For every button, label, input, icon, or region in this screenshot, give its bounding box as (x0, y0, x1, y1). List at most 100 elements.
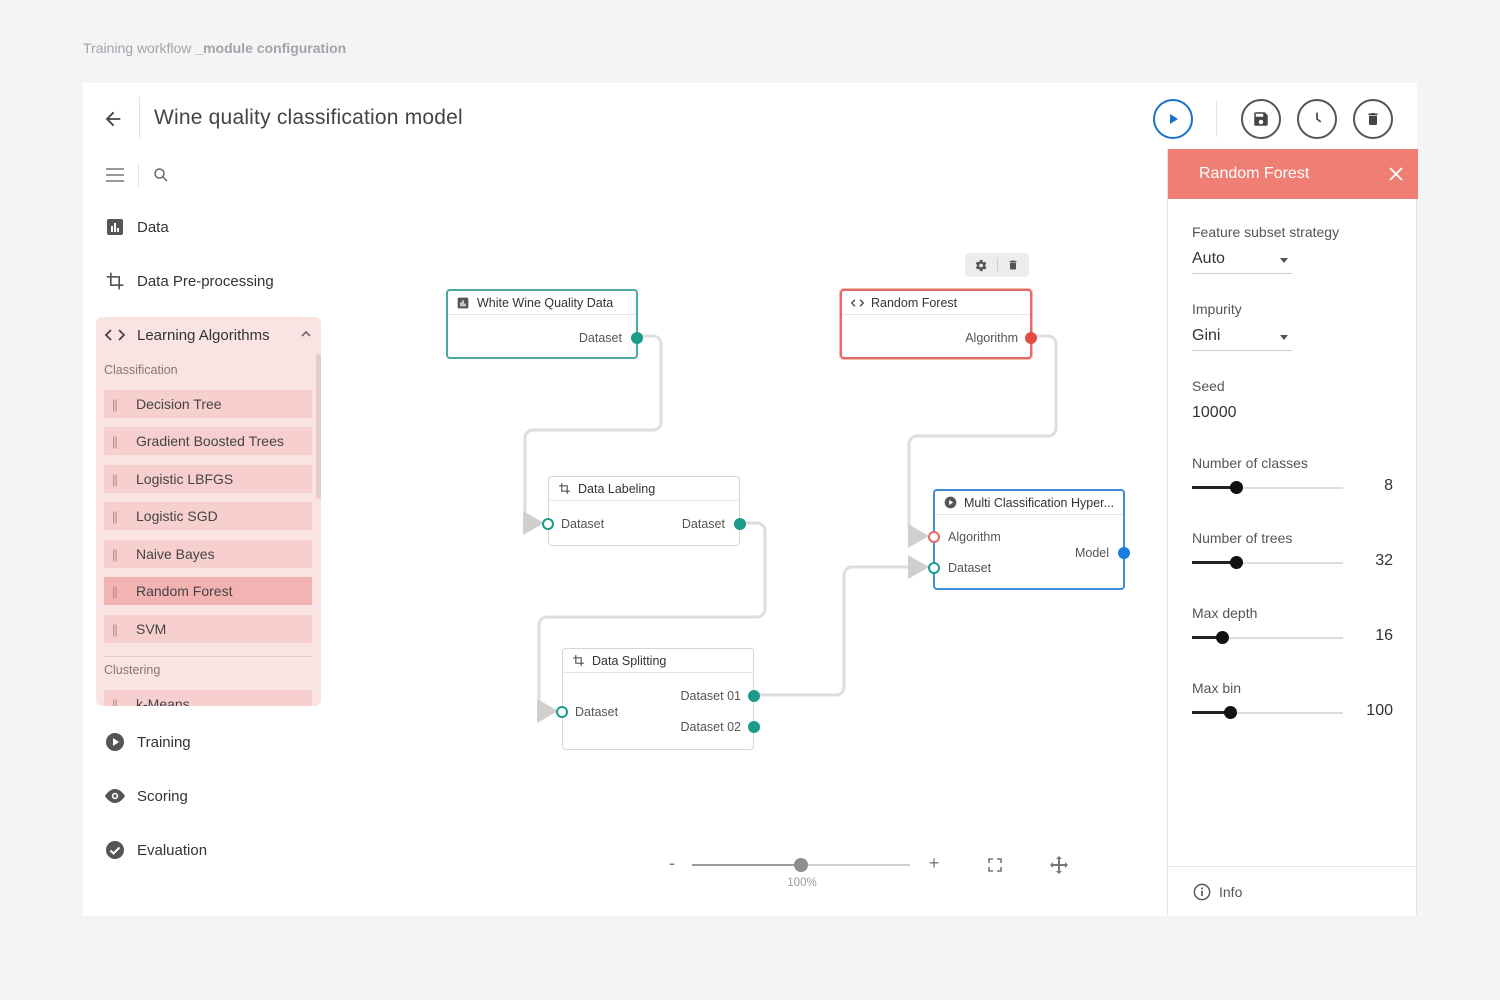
zoom-level: 100% (787, 877, 817, 889)
workflow-editor: Wine quality classification model Data D… (83, 83, 1418, 916)
crop-icon (103, 269, 127, 293)
node-delete-button[interactable] (997, 253, 1029, 277)
drag-handle-icon[interactable]: || (104, 622, 136, 637)
input-port-dataset[interactable] (556, 706, 568, 718)
group-divider (104, 656, 312, 657)
input-port-dataset[interactable] (542, 518, 554, 530)
param-slider[interactable] (1192, 556, 1343, 570)
play-icon (1170, 114, 1178, 124)
output-port-dataset[interactable] (631, 332, 643, 344)
port-label: Dataset (681, 517, 725, 531)
sidebar-item-label: Data (137, 218, 169, 236)
zoom-out-button[interactable]: - (666, 853, 678, 874)
zoom-in-button[interactable]: + (926, 853, 942, 874)
drag-handle-icon[interactable]: || (104, 509, 136, 524)
config-panel: Random Forest Feature subset strategy Au… (1167, 149, 1418, 916)
info-icon (1193, 883, 1211, 900)
param-slider[interactable] (1192, 481, 1343, 495)
history-button[interactable] (1297, 99, 1337, 139)
drag-handle-icon[interactable]: || (104, 397, 136, 412)
feature-subset-select[interactable]: Auto (1192, 248, 1292, 274)
output-port-dataset-01[interactable] (748, 690, 760, 702)
algorithm-label: k-Means (136, 696, 190, 706)
fit-screen-button[interactable] (985, 855, 1005, 875)
slider-handle[interactable] (1223, 706, 1237, 719)
input-port-algorithm[interactable] (928, 531, 940, 543)
port-label: Model (1074, 546, 1109, 560)
caret-down-icon (1280, 335, 1288, 340)
sidebar-item-data-preprocessing[interactable]: Data Pre-processing (103, 267, 274, 295)
node-data-labeling[interactable]: Data Labeling Dataset Dataset (542, 476, 746, 546)
info-button[interactable]: Info (1168, 866, 1416, 916)
port-label: Dataset (578, 331, 622, 345)
delete-workflow-button[interactable] (1353, 99, 1393, 139)
input-port-dataset[interactable] (928, 562, 940, 574)
close-panel-button[interactable] (1384, 162, 1408, 186)
impurity-value: Gini (1192, 327, 1221, 344)
caption-bold: _module configuration (195, 40, 347, 56)
slider-handle[interactable] (1229, 481, 1243, 494)
node-title: Multi Classification Hyper... (964, 495, 1115, 510)
zoom-handle[interactable] (794, 858, 808, 872)
slider-handle[interactable] (1216, 631, 1230, 644)
sidebar-item-evaluation[interactable]: Evaluation (103, 836, 207, 864)
slider-label: Max bin (1192, 680, 1242, 696)
caret-down-icon (1280, 258, 1288, 263)
crop-icon (557, 482, 571, 496)
save-button[interactable] (1241, 99, 1281, 139)
feature-subset-value: Auto (1192, 250, 1225, 267)
sidebar-item-data[interactable]: Data (103, 213, 169, 241)
impurity-select[interactable]: Gini (1192, 325, 1292, 351)
drag-handle-icon[interactable]: || (104, 434, 136, 449)
menu-button[interactable] (103, 163, 127, 187)
algorithm-item-k-means[interactable]: || k-Means (104, 690, 312, 706)
output-port-dataset[interactable] (734, 518, 746, 530)
port-label: Dataset 01 (680, 689, 741, 703)
drag-handle-icon[interactable]: || (104, 584, 136, 599)
learning-algorithms-toggle[interactable]: Learning Algorithms (103, 325, 313, 345)
algorithm-item-svm[interactable]: || SVM (104, 615, 312, 643)
node-multi-classification[interactable]: Multi Classification Hyper... Algorithm … (928, 489, 1130, 590)
node-random-forest[interactable]: Random Forest Algorithm (840, 289, 1037, 359)
bar-chart-icon (456, 296, 470, 310)
zoom-slider[interactable] (692, 858, 910, 872)
slider-value: 8 (1384, 477, 1393, 494)
algorithm-item-gradient-boosted-trees[interactable]: || Gradient Boosted Trees (104, 427, 312, 455)
close-icon (1389, 167, 1403, 181)
seed-input[interactable]: 10000 (1192, 404, 1237, 422)
save-icon (1254, 112, 1268, 126)
code-icon (103, 325, 127, 345)
sidebar-item-scoring[interactable]: Scoring (103, 782, 188, 810)
algorithm-item-decision-tree[interactable]: || Decision Tree (104, 390, 312, 418)
param-slider[interactable] (1192, 631, 1343, 645)
output-port-model[interactable] (1118, 547, 1130, 559)
slider-handle[interactable] (1229, 556, 1243, 569)
gear-icon (976, 259, 987, 271)
algorithm-item-random-forest[interactable]: || Random Forest (104, 577, 312, 605)
output-port-algorithm[interactable] (1025, 332, 1037, 344)
param-slider[interactable] (1192, 706, 1343, 720)
algorithm-item-logistic-sgd[interactable]: || Logistic SGD (104, 502, 312, 530)
pan-button[interactable] (1049, 855, 1069, 875)
run-button[interactable] (1153, 99, 1193, 139)
group-label-classification: Classification (104, 363, 178, 377)
sidebar-item-training[interactable]: Training (103, 728, 191, 756)
search-button[interactable] (149, 163, 173, 187)
drag-handle-icon[interactable]: || (104, 472, 136, 487)
output-port-dataset-02[interactable] (748, 721, 760, 733)
slider-label: Max depth (1192, 605, 1258, 621)
algorithm-item-logistic-lbfgs[interactable]: || Logistic LBFGS (104, 465, 312, 493)
tools-divider (138, 163, 139, 187)
algorithm-item-naive-bayes[interactable]: || Naive Bayes (104, 540, 312, 568)
algorithms-scrollbar[interactable] (316, 354, 321, 499)
algorithm-label: Logistic LBFGS (136, 471, 234, 487)
drag-handle-icon[interactable]: || (104, 547, 136, 562)
algorithm-label: SVM (136, 621, 167, 637)
back-button[interactable] (99, 105, 127, 133)
node-settings-button[interactable] (965, 253, 997, 277)
node-data-splitting[interactable]: Data Splitting Dataset Dataset 01 Datase… (556, 648, 760, 750)
crop-icon (571, 654, 585, 668)
node-white-wine-quality-data[interactable]: White Wine Quality Data Dataset (446, 289, 643, 359)
node-title: Data Splitting (592, 653, 667, 668)
drag-handle-icon[interactable]: || (104, 697, 136, 707)
